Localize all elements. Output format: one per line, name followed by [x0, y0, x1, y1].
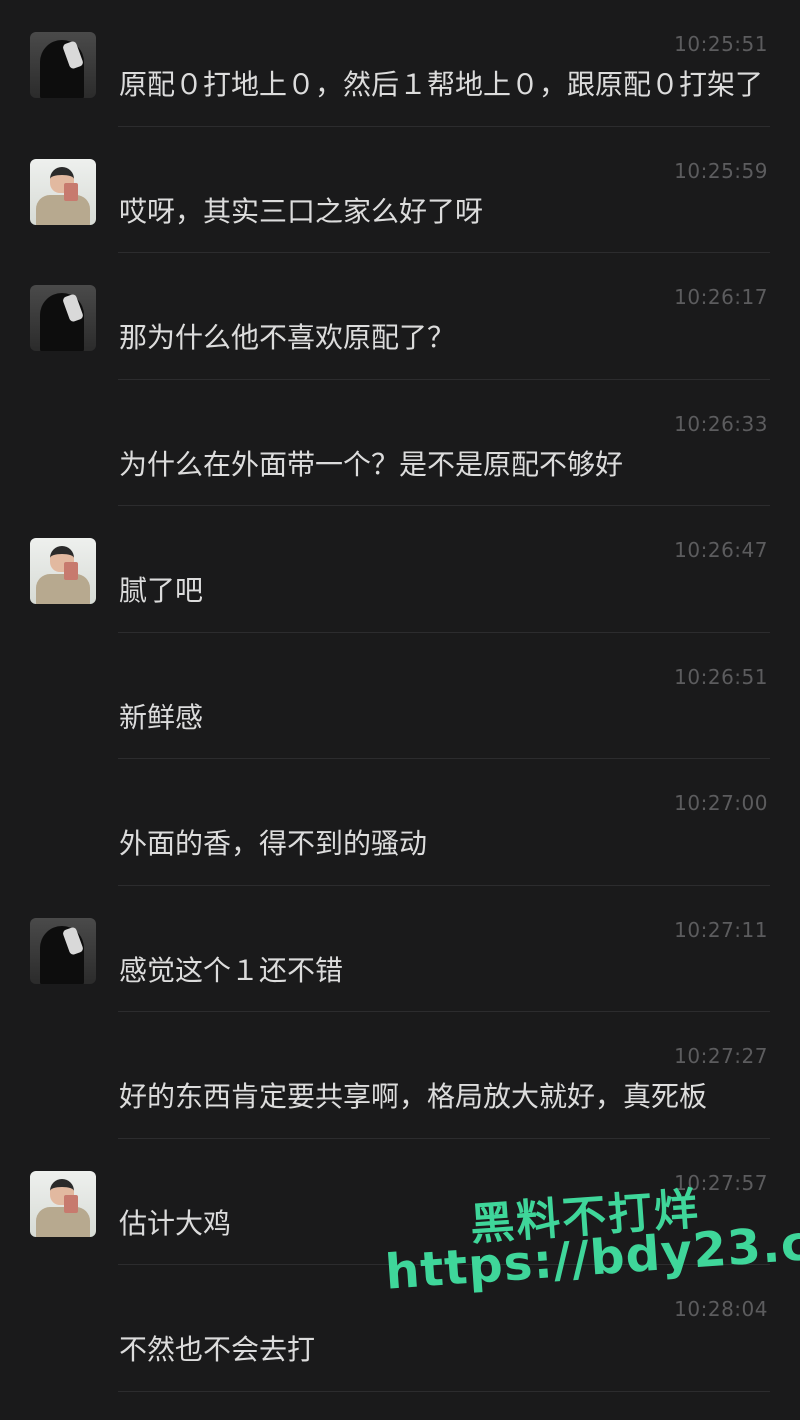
chat-message[interactable]: 10:26:17 那为什么他不喜欢原配了？ [0, 253, 800, 380]
chat-message[interactable]: 10:25:59 哎呀，其实三口之家么好了呀 [0, 127, 800, 253]
sender-avatar-dark[interactable] [30, 32, 96, 98]
chat-message[interactable]: 10:27:00 外面的香，得不到的骚动 [0, 759, 800, 886]
message-timestamp: 10:25:59 [674, 158, 768, 183]
message-timestamp: 10:26:47 [674, 538, 768, 562]
message-text: 腻了吧 [119, 574, 204, 607]
message-timestamp: 10:26:17 [674, 285, 768, 309]
chat-message[interactable]: 10:26:33 为什么在外面带一个？是不是原配不够好 [0, 380, 800, 506]
chat-message[interactable]: 10:26:47 腻了吧 [0, 506, 800, 633]
message-text: 好的东西肯定要共享啊，格局放大就好，真死板 [119, 1080, 708, 1113]
message-text: 原配０打地上０，然后１帮地上０，跟原配０打架了 [119, 68, 764, 101]
message-timestamp: 10:27:00 [674, 791, 768, 815]
chat-message[interactable]: 10:25:51 原配０打地上０，然后１帮地上０，跟原配０打架了 [0, 0, 800, 127]
chat-message[interactable]: 10:27:27 好的东西肯定要共享啊，格局放大就好，真死板 [0, 1012, 800, 1139]
sender-avatar-light[interactable] [30, 538, 96, 604]
message-timestamp: 10:27:27 [674, 1044, 768, 1068]
message-text: 外面的香，得不到的骚动 [119, 827, 428, 860]
message-divider [118, 1390, 770, 1392]
message-text: 不然也不会去打 [119, 1333, 316, 1366]
message-timestamp: 10:27:57 [674, 1170, 768, 1195]
message-timestamp: 10:25:51 [674, 32, 768, 56]
sender-avatar-light[interactable] [30, 1170, 96, 1237]
chat-message[interactable]: 10:27:11 感觉这个１还不错 [0, 886, 800, 1012]
message-timestamp: 10:26:33 [674, 411, 768, 436]
message-text: 那为什么他不喜欢原配了？ [119, 321, 456, 354]
chat-message[interactable]: 10:27:57 估计大鸡 [0, 1139, 800, 1265]
message-text: 为什么在外面带一个？是不是原配不够好 [119, 447, 624, 481]
sender-avatar-dark[interactable] [30, 917, 96, 984]
message-text: 哎呀，其实三口之家么好了呀 [119, 194, 484, 228]
chat-message[interactable]: 10:26:51 新鲜感 [0, 633, 800, 759]
message-text: 新鲜感 [119, 700, 204, 734]
sender-avatar-dark[interactable] [30, 285, 96, 351]
chat-message[interactable]: 10:28:04 不然也不会去打 [0, 1265, 800, 1392]
message-timestamp: 10:28:04 [674, 1297, 768, 1321]
sender-avatar-light[interactable] [30, 158, 96, 225]
chat-message-list: 10:25:51 原配０打地上０，然后１帮地上０，跟原配０打架了 10:25:59 哎… [0, 0, 800, 1392]
message-timestamp: 10:27:11 [674, 917, 768, 942]
message-timestamp: 10:26:51 [674, 664, 768, 689]
message-text: 估计大鸡 [119, 1206, 232, 1240]
message-text: 感觉这个１还不错 [119, 953, 344, 987]
